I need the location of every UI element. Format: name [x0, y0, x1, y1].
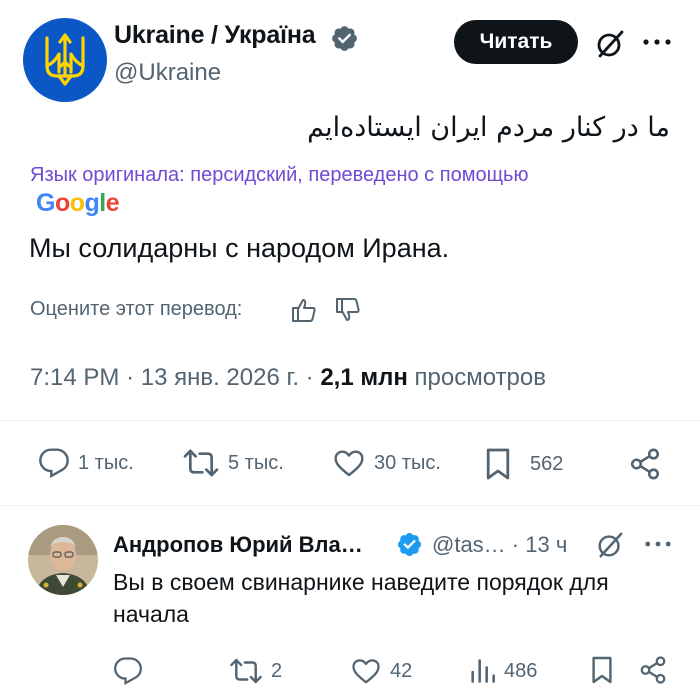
- repost-icon: [230, 658, 262, 684]
- bookmark-icon: [592, 656, 612, 684]
- author-handle[interactable]: @Ukraine: [114, 59, 221, 87]
- like-count: 30 тыс.: [374, 451, 441, 474]
- share-icon: [630, 448, 660, 480]
- reply-count: 1 тыс.: [78, 451, 134, 474]
- repost-icon: [183, 449, 219, 477]
- share-icon: [640, 656, 666, 684]
- reply-handle-time[interactable]: @tas… · 13 ч: [432, 532, 567, 558]
- reply-action[interactable]: 1 тыс.: [38, 447, 134, 479]
- bookmark-icon: [486, 448, 510, 480]
- views-count: 2,1 млн: [320, 364, 408, 391]
- more-dots-icon[interactable]: [642, 531, 674, 557]
- like-count: 42: [390, 659, 413, 682]
- meta-separator: ·: [305, 364, 314, 391]
- more-dots-icon[interactable]: [640, 28, 674, 56]
- tweet-original-text: ما در کنار مردم ایران ایستاده‌ایم: [307, 112, 670, 143]
- heart-icon: [334, 450, 364, 477]
- reply-display-name[interactable]: Андропов Юрий Вла…: [113, 532, 363, 558]
- views-action[interactable]: 486: [468, 656, 537, 686]
- verified-badge-icon: [332, 26, 357, 51]
- reply-icon: [39, 448, 69, 478]
- thumbs-up-icon[interactable]: [291, 297, 317, 323]
- views-label: просмотров: [414, 364, 546, 391]
- meta-separator: ·: [126, 364, 135, 391]
- google-logo: Google: [36, 189, 120, 217]
- reply-text: Вы в своем свинарнике наведите порядок д…: [113, 569, 609, 627]
- follow-button[interactable]: Читать: [454, 20, 578, 64]
- views-bars-icon: [471, 659, 495, 683]
- repost-action[interactable]: 2: [229, 656, 282, 686]
- verified-badge-icon: [397, 532, 422, 557]
- portrait-image: [28, 525, 98, 595]
- author-display-name[interactable]: Ukraine / Україна: [114, 21, 316, 50]
- repost-action[interactable]: 5 тыс.: [182, 447, 284, 479]
- bookmark-count: 562: [530, 452, 564, 475]
- ukraine-avatar[interactable]: [23, 18, 107, 102]
- rate-translation-label: Оцените этот перевод:: [30, 298, 243, 320]
- divider: [0, 505, 700, 506]
- divider: [0, 420, 700, 421]
- bookmark-action[interactable]: [590, 654, 614, 686]
- repost-count: 5 тыс.: [228, 451, 284, 474]
- heart-icon: [352, 659, 380, 684]
- tweet-meta: 7:14 PM · 13 янв. 2026 г. · 2,1 млн прос…: [30, 364, 546, 392]
- like-action[interactable]: 42: [350, 656, 412, 686]
- reply-action[interactable]: [113, 656, 151, 686]
- tweet-translated-text: Мы солидарны с народом Ирана.: [29, 233, 450, 263]
- tweet-date[interactable]: 13 янв. 2026 г.: [141, 364, 299, 391]
- share-action[interactable]: [638, 655, 668, 685]
- views-count: 486: [504, 659, 538, 682]
- translation-note[interactable]: Язык оригинала: персидский, переведено с…: [30, 164, 528, 187]
- share-action[interactable]: [628, 447, 662, 481]
- grok-icon[interactable]: [594, 28, 626, 60]
- reply-avatar[interactable]: [28, 525, 98, 595]
- tweet-time[interactable]: 7:14 PM: [30, 364, 119, 391]
- grok-icon[interactable]: [595, 530, 625, 560]
- repost-count: 2: [271, 659, 283, 682]
- bookmark-action[interactable]: 562: [484, 447, 563, 481]
- like-action[interactable]: 30 тыс.: [332, 447, 441, 479]
- trident-icon: [45, 33, 85, 86]
- reply-icon: [114, 657, 142, 686]
- thumbs-down-icon[interactable]: [335, 297, 361, 323]
